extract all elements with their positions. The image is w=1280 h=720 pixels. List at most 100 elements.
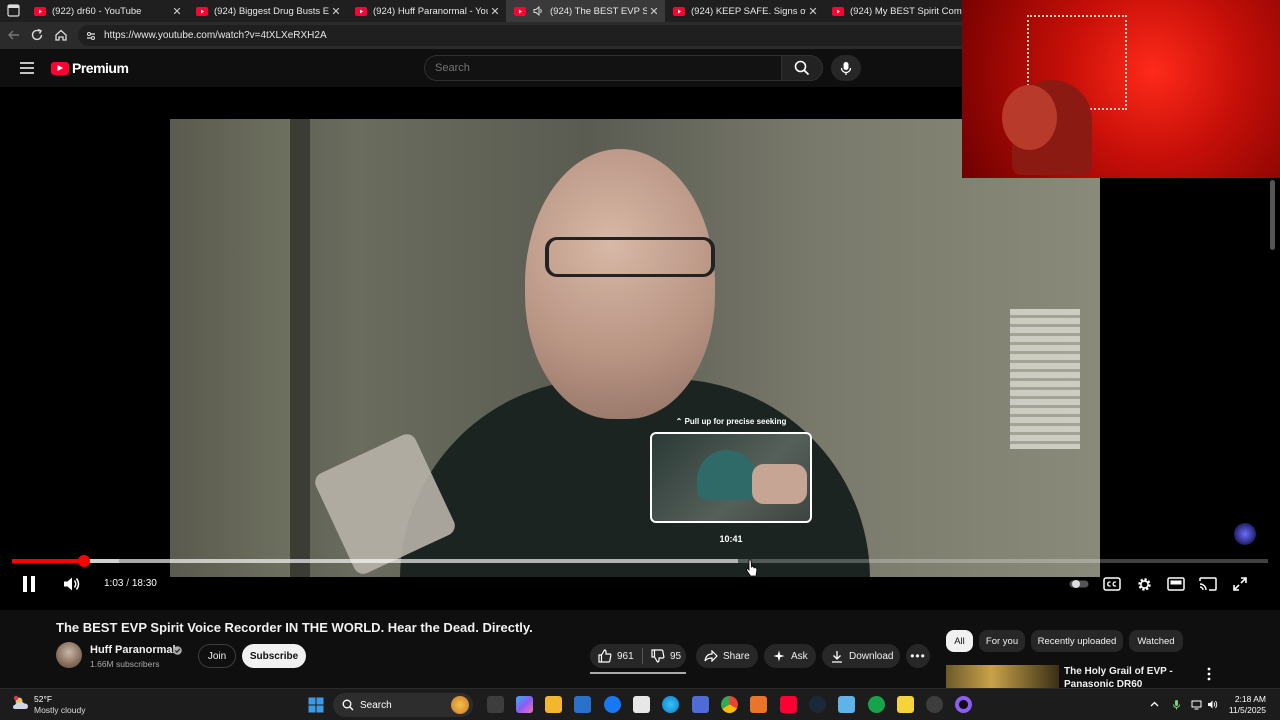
weather-cloud-icon[interactable] (12, 695, 30, 713)
edge-browser-icon[interactable] (662, 696, 679, 713)
video-scene-wall (170, 119, 290, 577)
taskbar-clock-time[interactable]: 2:18 AM (1220, 694, 1266, 704)
more-actions-button[interactable]: ••• (906, 644, 930, 668)
youtube-favicon-icon (673, 6, 685, 16)
ambient-light-glow (1234, 523, 1256, 545)
tab-close-icon[interactable]: ✕ (170, 5, 184, 18)
browser-tab-drug-busts[interactable]: (924) Biggest Drug Busts Ever | C ✕ (188, 0, 347, 22)
browser-tab-keep-safe[interactable]: (924) KEEP SAFE. Signs of a Demo ✕ (665, 0, 824, 22)
calculator-icon[interactable] (692, 696, 709, 713)
youtube-app-icon[interactable] (780, 696, 797, 713)
tab-close-icon[interactable]: ✕ (329, 5, 343, 18)
tab-title: (924) KEEP SAFE. Signs of a Demo (691, 5, 806, 17)
page-scrollbar-thumb[interactable] (1270, 180, 1275, 250)
subscribe-button[interactable]: Subscribe (242, 644, 306, 668)
windows-start-icon[interactable] (308, 697, 324, 713)
thumbs-down-icon (651, 649, 665, 663)
site-info-icon[interactable] (85, 30, 97, 42)
chip-all[interactable]: All (946, 630, 973, 652)
autoplay-toggle[interactable] (1068, 573, 1090, 595)
copilot-icon[interactable] (516, 696, 533, 713)
vlc-icon[interactable] (750, 696, 767, 713)
chip-watched[interactable]: Watched (1129, 630, 1183, 652)
share-label: Share (723, 650, 750, 662)
address-bar[interactable]: https://www.youtube.com/watch?v=4tXLXeRX… (78, 25, 978, 46)
browser-tab-huff-paranormal[interactable]: (924) Huff Paranormal - YouTube ✕ (347, 0, 506, 22)
chip-for-you[interactable]: For you (979, 630, 1025, 652)
more-horizontal-icon: ••• (910, 649, 926, 663)
like-ratio-bar (590, 672, 686, 674)
seek-hint-text: Pull up for precise seeking (684, 417, 787, 426)
share-button[interactable]: Share (696, 644, 758, 668)
browser-tab-evp-recorder[interactable]: (924) The BEST EVP Spirit Vo ✕ (506, 0, 665, 22)
task-view-icon[interactable] (487, 696, 504, 713)
captions-button[interactable] (1101, 573, 1123, 595)
taskbar-search[interactable]: Search (333, 693, 473, 717)
microphone-tray-icon[interactable] (1171, 699, 1182, 710)
ask-button[interactable]: Ask (764, 644, 816, 668)
weather-temperature: 52°F (34, 694, 53, 704)
obs-studio-icon[interactable] (955, 696, 972, 713)
network-icon[interactable] (1191, 699, 1202, 710)
amazon-icon[interactable] (633, 696, 650, 713)
tab-audio-speaker-icon[interactable] (532, 6, 544, 16)
thumbs-up-icon (598, 649, 612, 663)
search-button[interactable] (781, 55, 823, 81)
preview-timestamp: 10:41 (719, 534, 743, 544)
progress-scrubber-handle[interactable] (77, 555, 90, 567)
browser-tab-spirit-communication[interactable]: (924) My BEST Spirit Communica (824, 0, 962, 22)
tab-close-icon[interactable]: ✕ (806, 5, 820, 18)
steam-icon[interactable] (809, 696, 826, 713)
back-arrow-icon[interactable] (6, 27, 22, 43)
mute-button[interactable] (61, 573, 83, 595)
fullscreen-button[interactable] (1229, 573, 1251, 595)
pause-button[interactable] (18, 573, 40, 595)
video-title: The BEST EVP Spirit Voice Recorder IN TH… (56, 620, 533, 635)
reload-icon[interactable] (29, 27, 45, 43)
file-explorer-icon[interactable] (545, 696, 562, 713)
tab-close-icon[interactable]: ✕ (488, 5, 502, 18)
chip-recently-uploaded[interactable]: Recently uploaded (1031, 630, 1123, 652)
taskbar-clock-date[interactable]: 11/5/2025 (1220, 705, 1266, 715)
chatgpt-icon[interactable] (926, 696, 943, 713)
volume-tray-icon[interactable] (1207, 699, 1218, 710)
video-frame[interactable] (170, 119, 1100, 577)
logo-text: Premium (72, 60, 129, 76)
join-button[interactable]: Join (198, 644, 236, 668)
channel-name[interactable]: Huff Paranormal (90, 644, 176, 656)
settings-button[interactable] (1133, 573, 1155, 595)
microsoft-store-icon[interactable] (574, 696, 591, 713)
tab-close-icon[interactable]: ✕ (647, 5, 661, 18)
video-scene-door-edge (290, 119, 310, 577)
youtube-premium-logo[interactable]: Premium (51, 60, 129, 76)
search-input[interactable] (424, 55, 781, 81)
taskbar-search-label: Search (360, 699, 392, 711)
video-scene-glasses (545, 237, 715, 277)
browser-tab-dr60[interactable]: (922) dr60 - YouTube ✕ (26, 0, 188, 22)
download-button[interactable]: Download (822, 644, 900, 668)
ask-label: Ask (791, 650, 808, 662)
cast-button[interactable] (1197, 573, 1219, 595)
like-button[interactable]: 961 (590, 649, 642, 663)
video-scene-person-head (525, 149, 715, 419)
channel-avatar[interactable] (56, 642, 82, 668)
settings-app-icon[interactable] (838, 696, 855, 713)
home-icon[interactable] (53, 27, 69, 43)
facebook-icon[interactable] (604, 696, 621, 713)
tab-actions-icon[interactable] (7, 4, 20, 17)
xbox-icon[interactable] (868, 696, 885, 713)
subscriber-count: 1.66M subscribers (90, 659, 160, 669)
more-vertical-icon[interactable] (1203, 666, 1215, 682)
chrome-icon[interactable] (721, 696, 738, 713)
progress-bar[interactable] (12, 555, 1268, 567)
miniplayer-button[interactable] (1165, 573, 1187, 595)
dislike-button[interactable]: 95 (643, 649, 681, 663)
voice-search-button[interactable] (831, 55, 861, 81)
time-display: 1:03 / 18:30 (104, 578, 157, 589)
chevron-up-icon[interactable] (1149, 699, 1160, 710)
sticky-notes-icon[interactable] (897, 696, 914, 713)
recommended-video-thumbnail[interactable] (946, 665, 1059, 689)
hamburger-menu-icon[interactable] (19, 61, 35, 75)
youtube-play-logo-icon (51, 61, 69, 75)
gear-icon (1137, 577, 1151, 591)
